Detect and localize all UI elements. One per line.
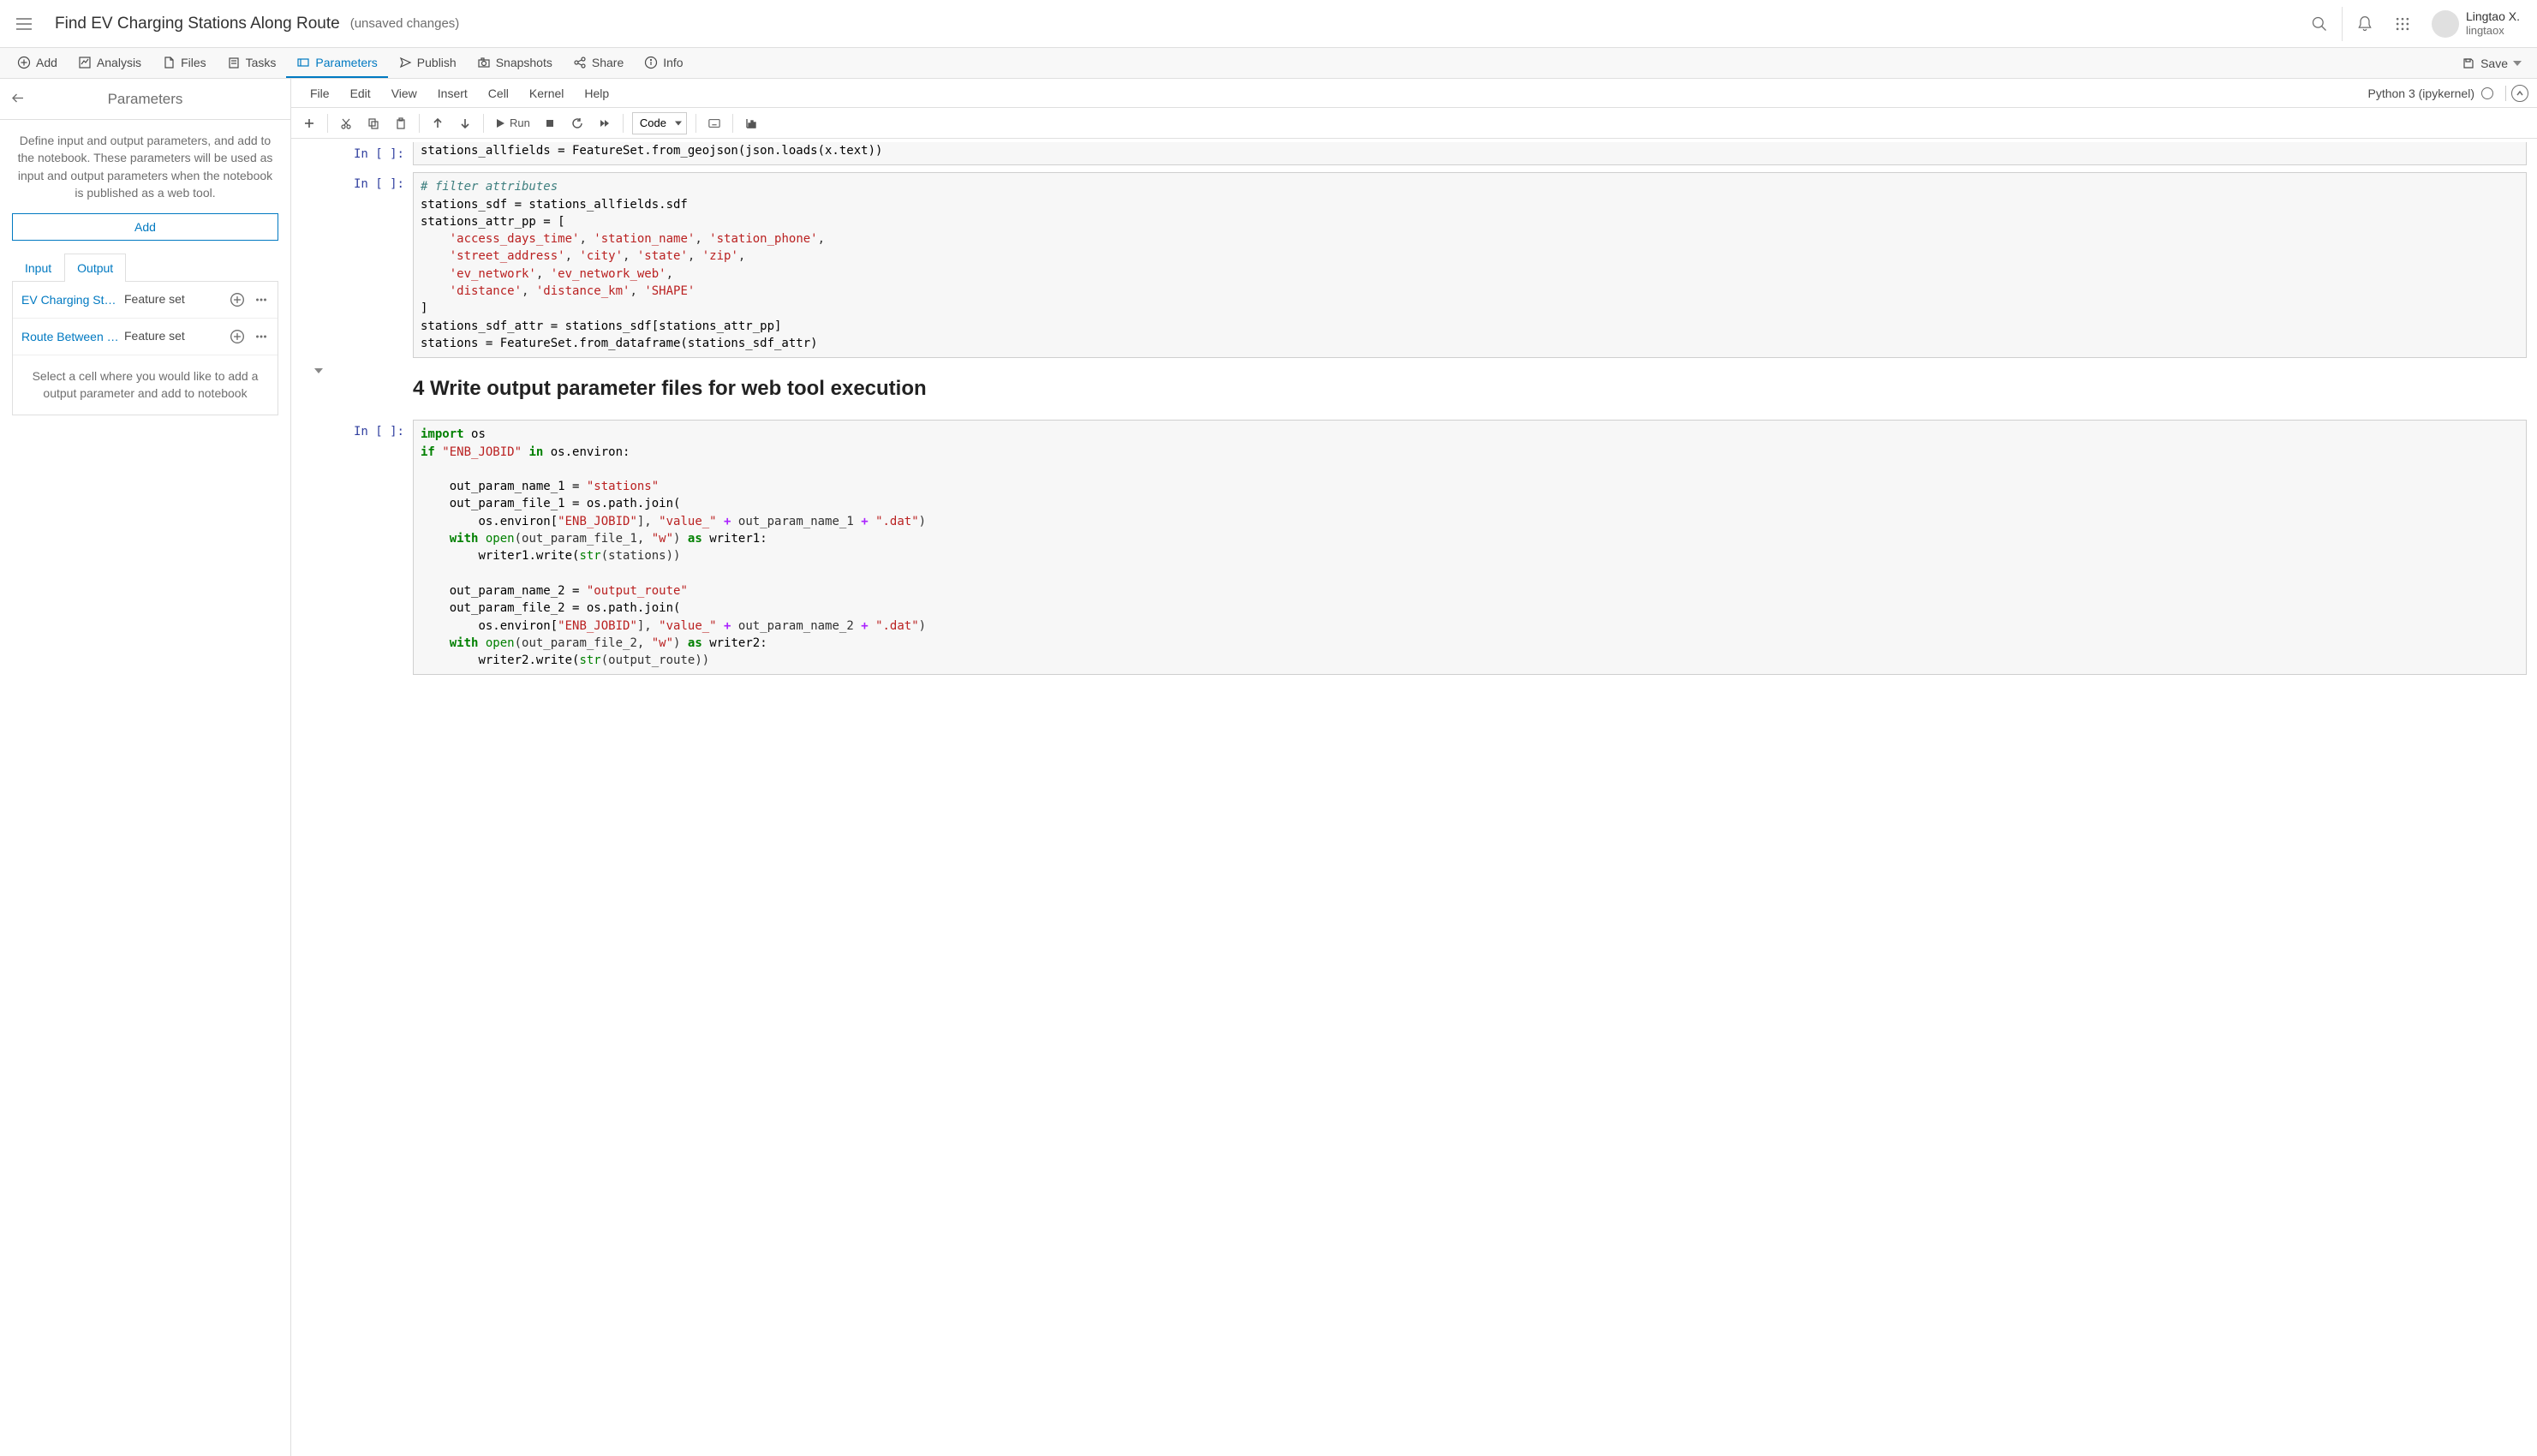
- code-cell[interactable]: In [ ]: import os if "ENB_JOBID" in os.e…: [301, 420, 2527, 675]
- copy-icon[interactable]: [361, 111, 386, 135]
- add-to-cell-icon[interactable]: [228, 327, 247, 346]
- menu-view[interactable]: View: [381, 83, 427, 104]
- jupyter-menubar: File Edit View Insert Cell Kernel Help P…: [291, 79, 2537, 108]
- secondary-nav: Add Analysis Files Tasks Parameters Publ…: [0, 48, 2537, 79]
- param-type: Feature set: [124, 292, 223, 307]
- parameters-panel: Parameters Define input and output param…: [0, 79, 291, 1456]
- nav-files[interactable]: Files: [152, 48, 217, 78]
- chevron-down-icon: [2513, 61, 2522, 66]
- kernel-indicator-icon: [2481, 87, 2493, 99]
- menu-cell[interactable]: Cell: [478, 83, 519, 104]
- menu-icon[interactable]: [14, 14, 34, 34]
- param-name[interactable]: EV Charging Stati…: [13, 293, 119, 307]
- panel-title: Parameters: [108, 91, 183, 108]
- code-input[interactable]: import os if "ENB_JOBID" in os.environ: …: [413, 420, 2527, 675]
- param-hint: Select a cell where you would like to ad…: [13, 355, 278, 415]
- tab-output[interactable]: Output: [64, 254, 126, 282]
- param-name[interactable]: Route Between St…: [13, 330, 119, 343]
- expand-icon[interactable]: [2511, 85, 2528, 102]
- section-heading: 4 Write output parameter files for web t…: [413, 365, 2527, 413]
- io-tabs: Input Output: [12, 253, 278, 282]
- notebook-title: Find EV Charging Stations Along Route: [55, 15, 340, 33]
- add-parameter-button[interactable]: Add: [12, 213, 278, 241]
- nav-add[interactable]: Add: [7, 48, 68, 78]
- top-header: Find EV Charging Stations Along Route (u…: [0, 0, 2537, 48]
- nav-publish[interactable]: Publish: [388, 48, 467, 78]
- move-down-icon[interactable]: [452, 111, 478, 135]
- more-icon[interactable]: [252, 290, 271, 309]
- cut-icon[interactable]: [333, 111, 359, 135]
- menu-insert[interactable]: Insert: [427, 83, 478, 104]
- param-row: EV Charging Stati… Feature set: [13, 282, 278, 319]
- nav-tasks[interactable]: Tasks: [217, 48, 287, 78]
- nav-snapshots[interactable]: Snapshots: [467, 48, 563, 78]
- insert-cell-icon[interactable]: [296, 111, 322, 135]
- add-to-cell-icon[interactable]: [228, 290, 247, 309]
- menu-kernel[interactable]: Kernel: [519, 83, 574, 104]
- nav-info[interactable]: Info: [634, 48, 693, 78]
- cell-prompt: In [ ]:: [336, 172, 413, 358]
- menu-edit[interactable]: Edit: [340, 83, 381, 104]
- menu-file[interactable]: File: [300, 83, 340, 104]
- search-icon[interactable]: [2301, 5, 2338, 43]
- more-icon[interactable]: [252, 327, 271, 346]
- keyboard-icon[interactable]: [701, 111, 727, 135]
- code-input[interactable]: # filter attributes stations_sdf = stati…: [413, 172, 2527, 358]
- nav-analysis[interactable]: Analysis: [68, 48, 152, 78]
- code-cell[interactable]: In [ ]: stations_allfields = FeatureSet.…: [301, 142, 2527, 165]
- avatar[interactable]: [2432, 10, 2459, 38]
- jupyter-toolbar: Run Code: [291, 108, 2537, 139]
- kernel-name: Python 3 (ipykernel): [2367, 87, 2474, 100]
- move-up-icon[interactable]: [425, 111, 451, 135]
- cell-prompt: In [ ]:: [336, 142, 413, 165]
- code-input[interactable]: stations_allfields = FeatureSet.from_geo…: [413, 142, 2527, 165]
- cell-type-select[interactable]: Code: [632, 112, 687, 134]
- cell-prompt: In [ ]:: [336, 420, 413, 675]
- collapse-icon[interactable]: [301, 365, 336, 413]
- save-button[interactable]: Save: [2453, 48, 2530, 78]
- nav-share[interactable]: Share: [563, 48, 634, 78]
- restart-icon[interactable]: [564, 111, 590, 135]
- panel-description: Define input and output parameters, and …: [0, 120, 290, 213]
- unsaved-label: (unsaved changes): [350, 16, 460, 31]
- fast-forward-icon[interactable]: [592, 111, 618, 135]
- notifications-icon[interactable]: [2346, 5, 2384, 43]
- paste-icon[interactable]: [388, 111, 414, 135]
- param-type: Feature set: [124, 329, 223, 344]
- back-icon[interactable]: [10, 90, 26, 108]
- stop-icon[interactable]: [537, 111, 563, 135]
- chart-icon[interactable]: [738, 111, 764, 135]
- markdown-cell[interactable]: 4 Write output parameter files for web t…: [301, 365, 2527, 413]
- tab-input[interactable]: Input: [12, 254, 64, 282]
- code-cell[interactable]: In [ ]: # filter attributes stations_sdf…: [301, 172, 2527, 358]
- notebook-area[interactable]: In [ ]: stations_allfields = FeatureSet.…: [291, 139, 2537, 1456]
- nav-parameters[interactable]: Parameters: [286, 48, 387, 78]
- user-handle: lingtaox: [2466, 24, 2520, 38]
- param-row: Route Between St… Feature set: [13, 319, 278, 355]
- run-button[interactable]: Run: [489, 111, 535, 135]
- user-block[interactable]: Lingtao X. lingtaox: [2466, 9, 2520, 37]
- user-name: Lingtao X.: [2466, 9, 2520, 24]
- apps-grid-icon[interactable]: [2384, 5, 2421, 43]
- menu-help[interactable]: Help: [574, 83, 619, 104]
